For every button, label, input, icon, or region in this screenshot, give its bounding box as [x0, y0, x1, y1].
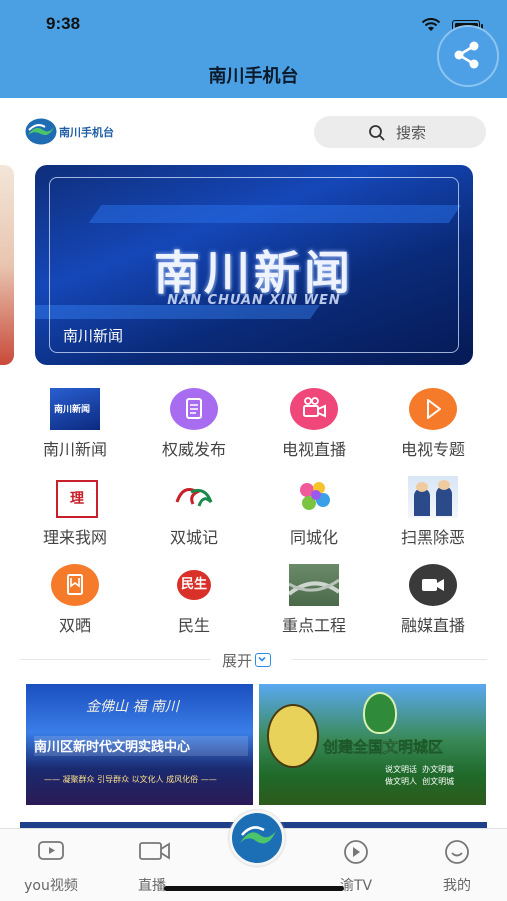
banner-pinyin: NAN CHUAN XIN WEN [167, 293, 341, 308]
bookmark-icon [51, 564, 99, 606]
app-logo-icon [25, 118, 57, 145]
minsheng-logo-icon: 民生 [169, 564, 219, 606]
smile-icon [445, 840, 469, 864]
wifi-icon [421, 18, 441, 31]
share-icon [454, 41, 479, 69]
search-input[interactable]: 搜索 [314, 116, 486, 148]
swirl-logo-icon [169, 476, 219, 518]
share-button[interactable] [437, 25, 499, 87]
play-circle-icon [344, 840, 368, 864]
tv-news-thumb-icon: 南川新闻 [50, 388, 100, 430]
document-icon [170, 388, 218, 430]
search-placeholder: 搜索 [396, 124, 427, 142]
police-icon [408, 476, 458, 518]
camera-icon [290, 388, 338, 430]
status-time: 9:38 [46, 14, 81, 33]
carousel-prev-slide[interactable] [0, 165, 14, 365]
logo-text: 南川手机台 [59, 126, 114, 139]
map-logo-icon [289, 476, 339, 518]
banner-slide[interactable]: 南川新闻 NAN CHUAN XIN WEN 南川新闻 [35, 165, 473, 365]
app-header: 9:38 南川手机台 [0, 0, 507, 98]
promo-card-civilized-district[interactable]: 创建全国文明城区 说文明话 办文明事 做文明人 创文明城 [259, 684, 486, 805]
home-indicator [164, 886, 344, 891]
expand-button[interactable]: 展开 [222, 650, 272, 671]
emblem-icon [363, 692, 397, 734]
video-play-icon [38, 841, 64, 860]
chevron-down-icon [255, 653, 272, 667]
mascot-image [267, 704, 319, 768]
banner-caption: 南川新闻 [63, 327, 124, 345]
video-camera-icon [139, 842, 170, 860]
page-title: 南川手机台 [208, 66, 299, 87]
app-logo-icon [240, 826, 276, 844]
home-center-button[interactable] [229, 810, 285, 866]
road-photo-icon [289, 564, 339, 606]
video-camera-icon [409, 564, 457, 606]
play-icon [409, 388, 457, 430]
seal-logo-icon: 理 [50, 476, 100, 518]
search-icon [369, 125, 385, 141]
promo-card-civilization-center[interactable]: 金佛山 福 南川 南川区新时代文明实践中心 —— 凝聚群众 引导群众 以文化人 … [26, 684, 253, 805]
